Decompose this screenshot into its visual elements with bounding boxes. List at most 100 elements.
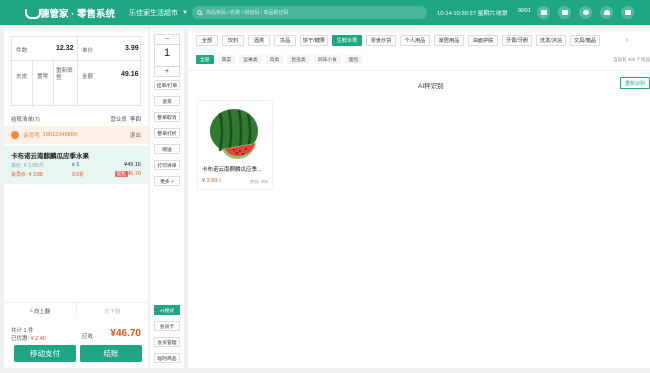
product-card[interactable]: 卡布诺云南麒麟瓜应季... ¥ 3.99/斤 库存: 300: [198, 101, 272, 189]
member-exit-button[interactable]: 退出: [130, 131, 141, 139]
salesperson[interactable]: 营业员 李四: [110, 115, 141, 123]
member-bar: 会员号 18612345809 退出: [4, 126, 148, 144]
more-button[interactable]: 更多 >: [154, 176, 180, 186]
cart-item-qty: x 1: [72, 162, 80, 168]
cart-item-unit-price: 单价: ¥ 3.99/斤: [11, 163, 45, 169]
datetime: 10-14 10:30:27 星期六: [437, 11, 496, 17]
subtab-nuts[interactable]: 坚果类: [239, 55, 262, 64]
salesperson-label: 营业员: [110, 117, 127, 123]
print-list-button[interactable]: 打印清单: [154, 160, 180, 170]
page-up-label: 向上翻: [34, 308, 51, 315]
reidentify-button[interactable]: 重新识别: [620, 77, 650, 89]
discount-total: 已优惠: ¥ 2.46: [11, 334, 46, 342]
search-input[interactable]: 商品条码 / 名称 / 拼音码 / 商品助记码: [192, 6, 427, 19]
tab-fresh-fruit[interactable]: 生鲜水果: [332, 35, 362, 46]
product-price: ¥ 3.99: [202, 178, 218, 184]
subtab-meat[interactable]: 肉类: [265, 55, 284, 64]
cancel-order-button[interactable]: 整单取消: [154, 112, 180, 122]
tab-household[interactable]: 家居用品: [434, 35, 464, 46]
tab-stationery[interactable]: 文具/箱品: [570, 35, 600, 46]
tab-personal[interactable]: 个人用品: [400, 35, 430, 46]
tab-skincare[interactable]: 油面护肤: [468, 35, 498, 46]
hold-order-button[interactable]: 挂单/打单: [154, 80, 180, 90]
discount-value: ¥ 2.46: [30, 336, 46, 342]
printer-icon[interactable]: [537, 6, 550, 19]
increment-button[interactable]: +: [155, 66, 179, 76]
tab-frozen[interactable]: 冻品: [274, 35, 296, 46]
zero-button[interactable]: 置零: [37, 72, 48, 80]
page-down-button[interactable]: 向下翻: [75, 303, 149, 318]
cart-item-discount: 9.5折: [72, 172, 84, 178]
decrement-button[interactable]: −: [155, 35, 179, 45]
lock-icon[interactable]: [621, 6, 634, 19]
order-header: 结账清单(7) 营业员 李四: [11, 115, 141, 123]
action-column: − 1 + 挂单/打单 退货 整单取消 整单打折 赠送 打印清单 更多 > AI…: [150, 29, 184, 368]
gift-button[interactable]: 赠送: [154, 144, 180, 154]
member-manage-button[interactable]: 会员管理: [154, 337, 180, 347]
order-discount-button[interactable]: 整单打折: [154, 128, 180, 138]
screen-icon[interactable]: [558, 6, 571, 19]
search-placeholder: 商品条码 / 名称 / 拼音码 / 商品助记码: [206, 10, 289, 16]
tab-all[interactable]: 全部: [196, 35, 218, 46]
divider: [188, 70, 650, 71]
product-unit: /斤: [217, 178, 223, 183]
tab-biscuits[interactable]: 饼干/糖果: [300, 35, 328, 46]
tab-liquor[interactable]: 酒类: [248, 35, 270, 46]
mobile-pay-button[interactable]: 移动支付: [14, 345, 76, 362]
amount-label: 金额: [82, 74, 94, 80]
pager: ⌂ 向上翻 向下翻: [4, 302, 148, 318]
subtab-insects[interactable]: 昆虫类: [287, 55, 310, 64]
terminal-code: 9001: [518, 8, 531, 14]
temp-product-button[interactable]: 临时商品: [154, 353, 180, 363]
payable-value: ¥46.70: [110, 328, 141, 339]
cart-item[interactable]: 卡布诺云南麒麟瓜应季水果 单价: ¥ 3.99/斤 x 1 ¥49.16 会员价…: [4, 146, 148, 184]
tab-snacks[interactable]: 零食炒货: [366, 35, 396, 46]
member-label: 会员号: [23, 133, 40, 139]
subtab-vegetables[interactable]: 蔬菜: [217, 55, 236, 64]
product-name: 卡布诺云南麒麟瓜应季...: [202, 167, 262, 173]
member-number: 18612345809: [42, 132, 78, 138]
message-icon[interactable]: [579, 6, 592, 19]
discount-label: 已优惠:: [11, 336, 30, 342]
tab-drinks[interactable]: 饮料: [222, 35, 244, 46]
subtab-all[interactable]: 全部: [196, 55, 214, 64]
product-panel: 全部 饮料 酒类 冻品 饼干/糖果 生鲜水果 零食炒货 个人用品 家居用品 油面…: [188, 29, 650, 368]
logo-icon: [25, 8, 41, 19]
price-value: 3.99: [125, 45, 139, 52]
toolbar-icons: [537, 6, 642, 19]
amount-value: 49.16: [121, 71, 139, 78]
order-panel: 件数 12.32 单价 3.99 去皮 置零 重新联登 金额 49.16 结账清…: [4, 29, 148, 368]
page-down-label: 向下翻: [104, 308, 121, 315]
member-icon: [11, 131, 19, 139]
reconnect-button[interactable]: 重新联登: [56, 68, 74, 82]
wifi-icon[interactable]: [600, 6, 613, 19]
price-label: 单价: [82, 48, 94, 54]
member-card-button[interactable]: 会员卡: [154, 321, 180, 331]
quantity-value[interactable]: 1: [155, 47, 179, 59]
quantity-stepper: − 1 +: [154, 34, 180, 77]
app-title: 德管家 · 零售系统: [40, 8, 115, 20]
page-up-button[interactable]: ⌂ 向上翻: [4, 303, 76, 318]
category-tabs: 全部 饮料 酒类 冻品 饼干/糖果 生鲜水果 零食炒货 个人用品 家居用品 油面…: [196, 35, 604, 46]
item-count: 共计 1 件: [11, 328, 34, 334]
subtab-bread[interactable]: 面包: [344, 55, 363, 64]
tare-button[interactable]: 去皮: [16, 72, 27, 80]
tab-toothcare[interactable]: 牙膏/牙刷: [502, 35, 532, 46]
chevron-down-icon: ▼: [181, 9, 188, 16]
store-selector[interactable]: 乐佳家生活超市 ▼: [129, 8, 188, 18]
search-icon: [197, 9, 203, 16]
ai-mode-button[interactable]: AI模式: [154, 305, 180, 315]
cashier-label: 收银: [496, 11, 508, 17]
logo: 德管家 · 零售系统: [25, 6, 115, 20]
chevron-right-icon[interactable]: ›: [622, 35, 632, 46]
cart-item-name: 卡布诺云南麒麟瓜应季水果: [11, 153, 89, 160]
scale-summary: 件数 12.32 单价 3.99 去皮 置零 重新联登 金额 49.16: [11, 36, 141, 107]
product-stock: 库存: 300: [250, 179, 268, 184]
subtab-flavor-snacks[interactable]: 风味小食: [313, 55, 341, 64]
order-list-label: 结账清单(7): [11, 117, 40, 123]
cart-item-member-price: 会员价: ¥ 3.88: [11, 172, 43, 178]
pieces-label: 件数: [16, 48, 28, 54]
checkout-button[interactable]: 结账: [80, 345, 142, 362]
tab-bath[interactable]: 洗发/沐浴: [536, 35, 566, 46]
return-button[interactable]: 退货: [154, 96, 180, 106]
